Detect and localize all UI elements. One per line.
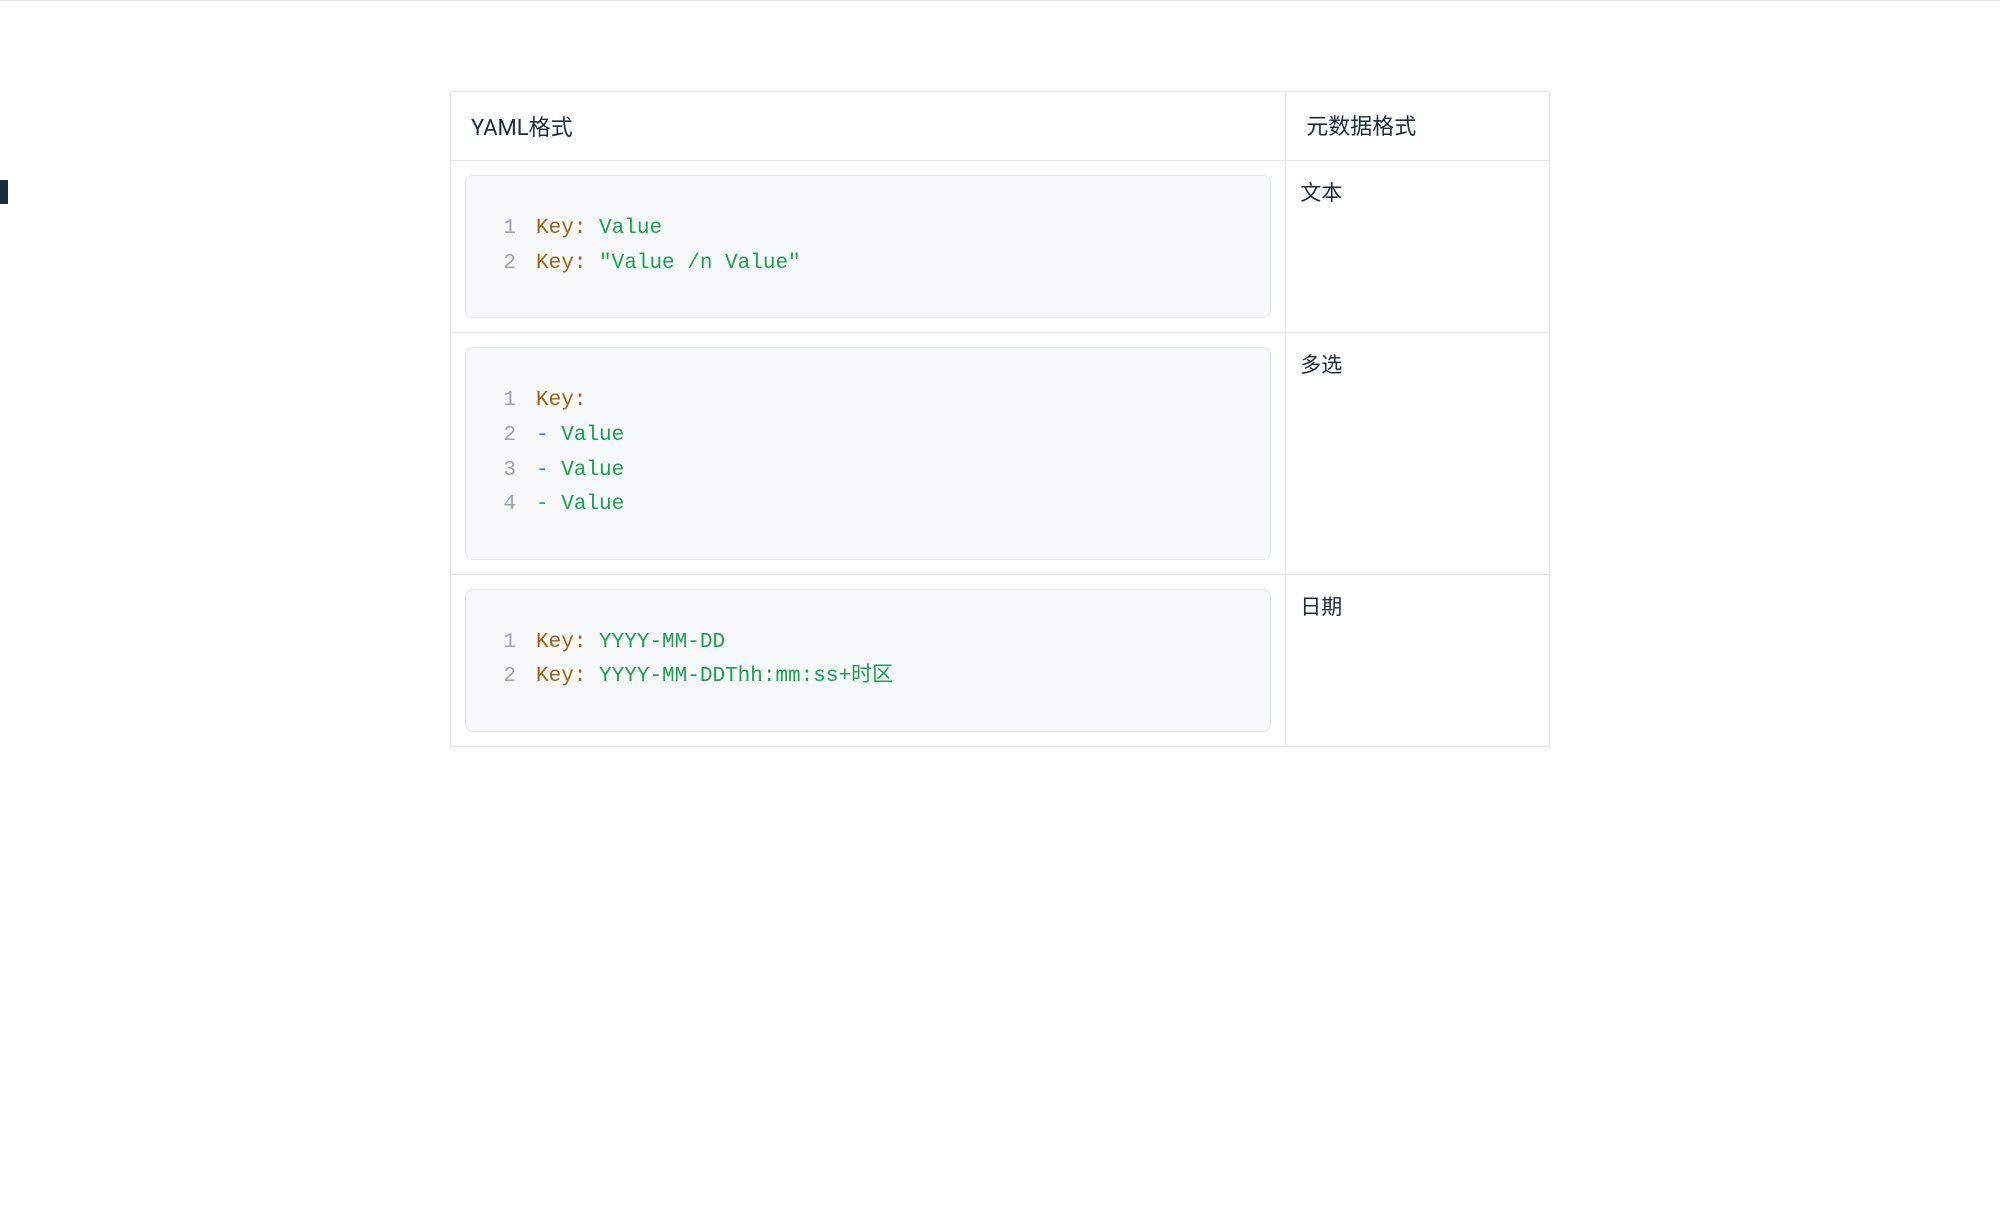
code-content: - Value <box>536 419 624 454</box>
table-row: 1Key: Value2Key: "Value /n Value"文本 <box>451 161 1550 333</box>
line-number: 1 <box>486 626 536 661</box>
meta-cell: 文本 <box>1286 161 1550 333</box>
code-content: Key: "Value /n Value" <box>536 247 801 282</box>
token-colon: : <box>574 631 599 654</box>
meta-cell: 日期 <box>1286 574 1550 746</box>
token-key: Key <box>536 217 574 240</box>
code-line: 1Key: YYYY-MM-DD <box>486 626 1250 661</box>
line-number: 3 <box>486 454 536 489</box>
header-meta: 元数据格式 <box>1286 92 1550 161</box>
token-colon: : <box>574 252 599 275</box>
code-line: 1Key: Value <box>486 212 1250 247</box>
token-value: YYYY-MM-DDThh:mm:ss+时区 <box>599 665 893 688</box>
code-content: - Value <box>536 488 624 523</box>
code-content: Key: Value <box>536 212 662 247</box>
line-number: 1 <box>486 384 536 419</box>
yaml-cell: 1Key: Value2Key: "Value /n Value" <box>451 161 1286 333</box>
code-line: 2- Value <box>486 419 1250 454</box>
code-line: 3- Value <box>486 454 1250 489</box>
code-block: 1Key: Value2Key: "Value /n Value" <box>465 175 1271 318</box>
code-line: 1Key: <box>486 384 1250 419</box>
meta-cell: 多选 <box>1286 333 1550 575</box>
yaml-cell: 1Key: YYYY-MM-DD2Key: YYYY-MM-DDThh:mm:s… <box>451 574 1286 746</box>
table-row: 1Key: YYYY-MM-DD2Key: YYYY-MM-DDThh:mm:s… <box>451 574 1550 746</box>
table-row: 1Key:2- Value3- Value4- Value多选 <box>451 333 1550 575</box>
code-content: Key: <box>536 384 586 419</box>
page-container: YAML格式 元数据格式 1Key: Value2Key: "Value /n … <box>450 1 1550 747</box>
table-header-row: YAML格式 元数据格式 <box>451 92 1550 161</box>
yaml-cell: 1Key:2- Value3- Value4- Value <box>451 333 1286 575</box>
token-colon: : <box>574 389 587 412</box>
side-marker <box>0 180 8 204</box>
line-number: 1 <box>486 212 536 247</box>
code-line: 2Key: "Value /n Value" <box>486 247 1250 282</box>
code-block: 1Key:2- Value3- Value4- Value <box>465 347 1271 560</box>
token-value: Value <box>561 424 624 447</box>
token-value: Value <box>599 217 662 240</box>
line-number: 2 <box>486 660 536 695</box>
token-dash: - <box>536 493 561 516</box>
token-dash: - <box>536 424 561 447</box>
token-colon: : <box>574 217 599 240</box>
token-colon: : <box>574 665 599 688</box>
code-line: 2Key: YYYY-MM-DDThh:mm:ss+时区 <box>486 660 1250 695</box>
token-key: Key <box>536 252 574 275</box>
token-value: Value <box>561 493 624 516</box>
token-key: Key <box>536 665 574 688</box>
code-content: Key: YYYY-MM-DD <box>536 626 725 661</box>
header-yaml: YAML格式 <box>451 92 1286 161</box>
line-number: 4 <box>486 488 536 523</box>
code-line: 4- Value <box>486 488 1250 523</box>
code-block: 1Key: YYYY-MM-DD2Key: YYYY-MM-DDThh:mm:s… <box>465 589 1271 732</box>
token-key: Key <box>536 389 574 412</box>
token-dash: - <box>536 459 561 482</box>
line-number: 2 <box>486 247 536 282</box>
token-string: "Value /n Value" <box>599 252 801 275</box>
token-key: Key <box>536 631 574 654</box>
line-number: 2 <box>486 419 536 454</box>
code-content: Key: YYYY-MM-DDThh:mm:ss+时区 <box>536 660 893 695</box>
token-value: YYYY-MM-DD <box>599 631 725 654</box>
format-table: YAML格式 元数据格式 1Key: Value2Key: "Value /n … <box>450 91 1550 747</box>
token-value: Value <box>561 459 624 482</box>
code-content: - Value <box>536 454 624 489</box>
